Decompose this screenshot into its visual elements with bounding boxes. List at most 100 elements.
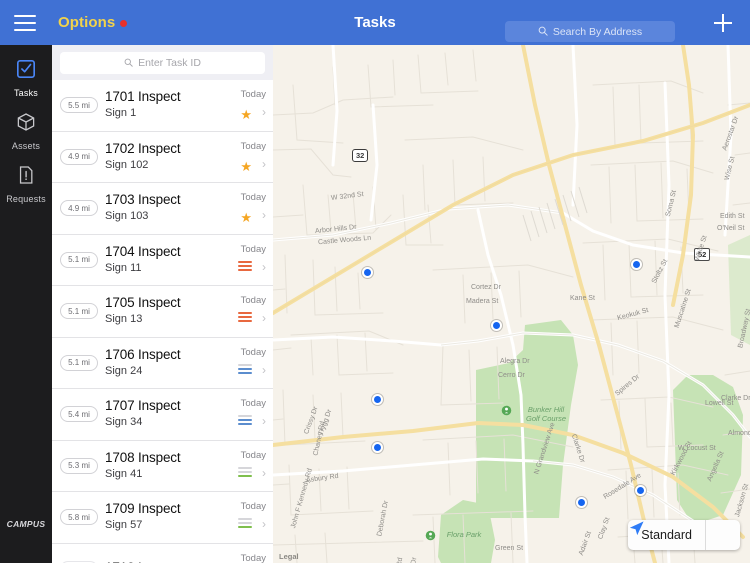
task-row-meta: Today › bbox=[221, 338, 273, 389]
park-label-group: Bunker Hill Golf Course bbox=[501, 405, 591, 423]
sidebar-item-requests[interactable]: Requests bbox=[0, 151, 52, 204]
add-task-button[interactable] bbox=[714, 14, 732, 32]
priority-bars-icon bbox=[238, 518, 252, 528]
task-row[interactable]: 5.5 mi 1701 Inspect Sign 1 Today ★ › bbox=[52, 80, 273, 132]
task-row-main: 1702 Inspect Sign 102 bbox=[105, 141, 221, 173]
task-row[interactable]: 5.1 mi 1704 Inspect Sign 11 Today › bbox=[52, 234, 273, 286]
task-id-placeholder: Enter Task ID bbox=[138, 57, 201, 69]
divider bbox=[705, 520, 706, 550]
task-title: 1709 Inspect bbox=[105, 501, 181, 517]
options-button[interactable]: Options bbox=[58, 14, 128, 31]
task-row[interactable]: 5.1 mi 1706 Inspect Sign 24 Today › bbox=[52, 337, 273, 389]
chevron-right-icon: › bbox=[262, 414, 266, 428]
task-row[interactable]: 4.9 mi 1703 Inspect Sign 103 Today ★ › bbox=[52, 183, 273, 235]
task-distance-badge: 5.8 mi bbox=[60, 509, 98, 526]
task-subtitle: Sign 34 bbox=[105, 416, 143, 429]
route-shield-32: 32 bbox=[352, 149, 369, 162]
sidebar-item-label: Tasks bbox=[13, 88, 38, 98]
task-row-meta: Today ★ › bbox=[221, 80, 273, 131]
sidebar-item-tasks[interactable]: Tasks bbox=[0, 45, 52, 98]
sidebar-item-label: Assets bbox=[11, 141, 41, 151]
task-priority bbox=[238, 312, 252, 324]
map-pin[interactable] bbox=[362, 267, 373, 278]
sidebar-campus-label: CAMPUS bbox=[6, 519, 46, 529]
options-label: Options bbox=[58, 14, 116, 31]
priority-bars-icon bbox=[238, 260, 252, 271]
map-canvas[interactable]: 32 52 W 32nd St Arbor Hills Dr Castle Wo… bbox=[273, 45, 750, 563]
task-row-main: 1705 Inspect Sign 13 bbox=[105, 295, 221, 327]
task-id-input[interactable]: Enter Task ID bbox=[60, 52, 265, 74]
task-subtitle: Sign 57 bbox=[105, 519, 143, 532]
sidebar-item-assets[interactable]: Assets bbox=[0, 98, 52, 151]
task-due-label: Today bbox=[240, 89, 266, 100]
task-distance-badge: 5.1 mi bbox=[60, 251, 98, 268]
task-row[interactable]: 5.4 mi 1707 Inspect Sign 34 Today › bbox=[52, 389, 273, 441]
chevron-right-icon: › bbox=[262, 105, 266, 119]
task-title: 1707 Inspect bbox=[105, 398, 181, 414]
task-due-label: Today bbox=[240, 140, 266, 152]
route-shield-52: 52 bbox=[694, 248, 711, 261]
map-pin[interactable] bbox=[491, 320, 502, 331]
task-priority: ★ bbox=[240, 106, 252, 124]
priority-star-icon: ★ bbox=[240, 107, 252, 122]
map-pin[interactable] bbox=[576, 497, 587, 508]
task-priority bbox=[238, 415, 252, 427]
priority-bars-icon bbox=[238, 466, 252, 477]
task-priority: ★ bbox=[240, 158, 252, 176]
chevron-right-icon: › bbox=[262, 465, 266, 480]
park2-name: Flora Park bbox=[446, 530, 482, 539]
task-row-meta: Today bbox=[221, 544, 273, 563]
task-distance-badge: 5.1 mi bbox=[60, 354, 98, 371]
task-row[interactable]: 5.8 mi 1709 Inspect Sign 57 Today › bbox=[52, 492, 273, 544]
task-row-main: 1708 Inspect Sign 41 bbox=[105, 450, 221, 482]
task-distance-badge: 5.5 mi bbox=[60, 97, 98, 114]
task-row-meta: Today ★ › bbox=[221, 183, 273, 234]
task-row-main: 1704 Inspect Sign 11 bbox=[105, 244, 221, 276]
task-row[interactable]: 5.3 mi 1708 Inspect Sign 41 Today › bbox=[52, 440, 273, 492]
priority-bars-icon bbox=[238, 363, 252, 374]
document-alert-icon bbox=[0, 165, 52, 190]
task-due-label: Today bbox=[240, 346, 266, 358]
task-priority: ★ bbox=[240, 209, 252, 227]
task-row-main: 1703 Inspect Sign 103 bbox=[105, 192, 221, 224]
task-distance-badge: 5.1 mi bbox=[60, 303, 98, 320]
task-due-label: Today bbox=[240, 295, 266, 306]
task-subtitle: Sign 11 bbox=[105, 261, 142, 274]
park2-label-group: Flora Park bbox=[425, 530, 503, 541]
task-subtitle: Sign 41 bbox=[105, 467, 143, 480]
chevron-right-icon: › bbox=[262, 156, 266, 171]
task-distance-badge: 5.4 mi bbox=[60, 406, 98, 423]
task-row-main: 1709 Inspect Sign 57 bbox=[105, 501, 221, 533]
map-pin[interactable] bbox=[635, 485, 646, 496]
task-title: 1704 Inspect bbox=[105, 243, 181, 259]
task-due-label: Today bbox=[240, 552, 266, 563]
task-row-meta: Today › bbox=[221, 389, 273, 440]
task-distance-badge: 4.9 mi bbox=[60, 148, 98, 165]
task-row[interactable]: 1710 InspectToday bbox=[52, 543, 273, 563]
task-row[interactable]: 5.1 mi 1705 Inspect Sign 13 Today › bbox=[52, 286, 273, 338]
map-pin[interactable] bbox=[372, 394, 383, 405]
search-icon bbox=[538, 23, 548, 41]
priority-star-icon: ★ bbox=[240, 158, 252, 174]
task-title: 1705 Inspect bbox=[105, 295, 181, 311]
sidebar: Tasks Assets Requests CAMPUS bbox=[0, 45, 52, 563]
task-priority bbox=[238, 466, 252, 479]
map-pin[interactable] bbox=[372, 442, 383, 453]
hamburger-icon[interactable] bbox=[14, 14, 36, 31]
search-address-input[interactable]: Search By Address bbox=[505, 21, 675, 42]
task-title: 1701 Inspect bbox=[105, 89, 181, 105]
task-due-label: Today bbox=[240, 501, 266, 512]
task-row-meta: Today ★ › bbox=[221, 132, 273, 183]
chevron-right-icon: › bbox=[262, 362, 266, 377]
task-row-main: 1701 Inspect Sign 1 bbox=[105, 89, 221, 121]
task-priority bbox=[238, 363, 252, 376]
chevron-right-icon: › bbox=[262, 259, 266, 274]
task-due-label: Today bbox=[240, 192, 266, 203]
task-subtitle: Sign 24 bbox=[105, 364, 143, 377]
chevron-right-icon: › bbox=[262, 517, 266, 531]
task-title: 1708 Inspect bbox=[105, 449, 181, 465]
map-pin[interactable] bbox=[631, 259, 642, 270]
task-row[interactable]: 4.9 mi 1702 Inspect Sign 102 Today ★ › bbox=[52, 131, 273, 183]
task-priority bbox=[238, 518, 252, 530]
map-legal-link[interactable]: Legal bbox=[279, 552, 299, 561]
